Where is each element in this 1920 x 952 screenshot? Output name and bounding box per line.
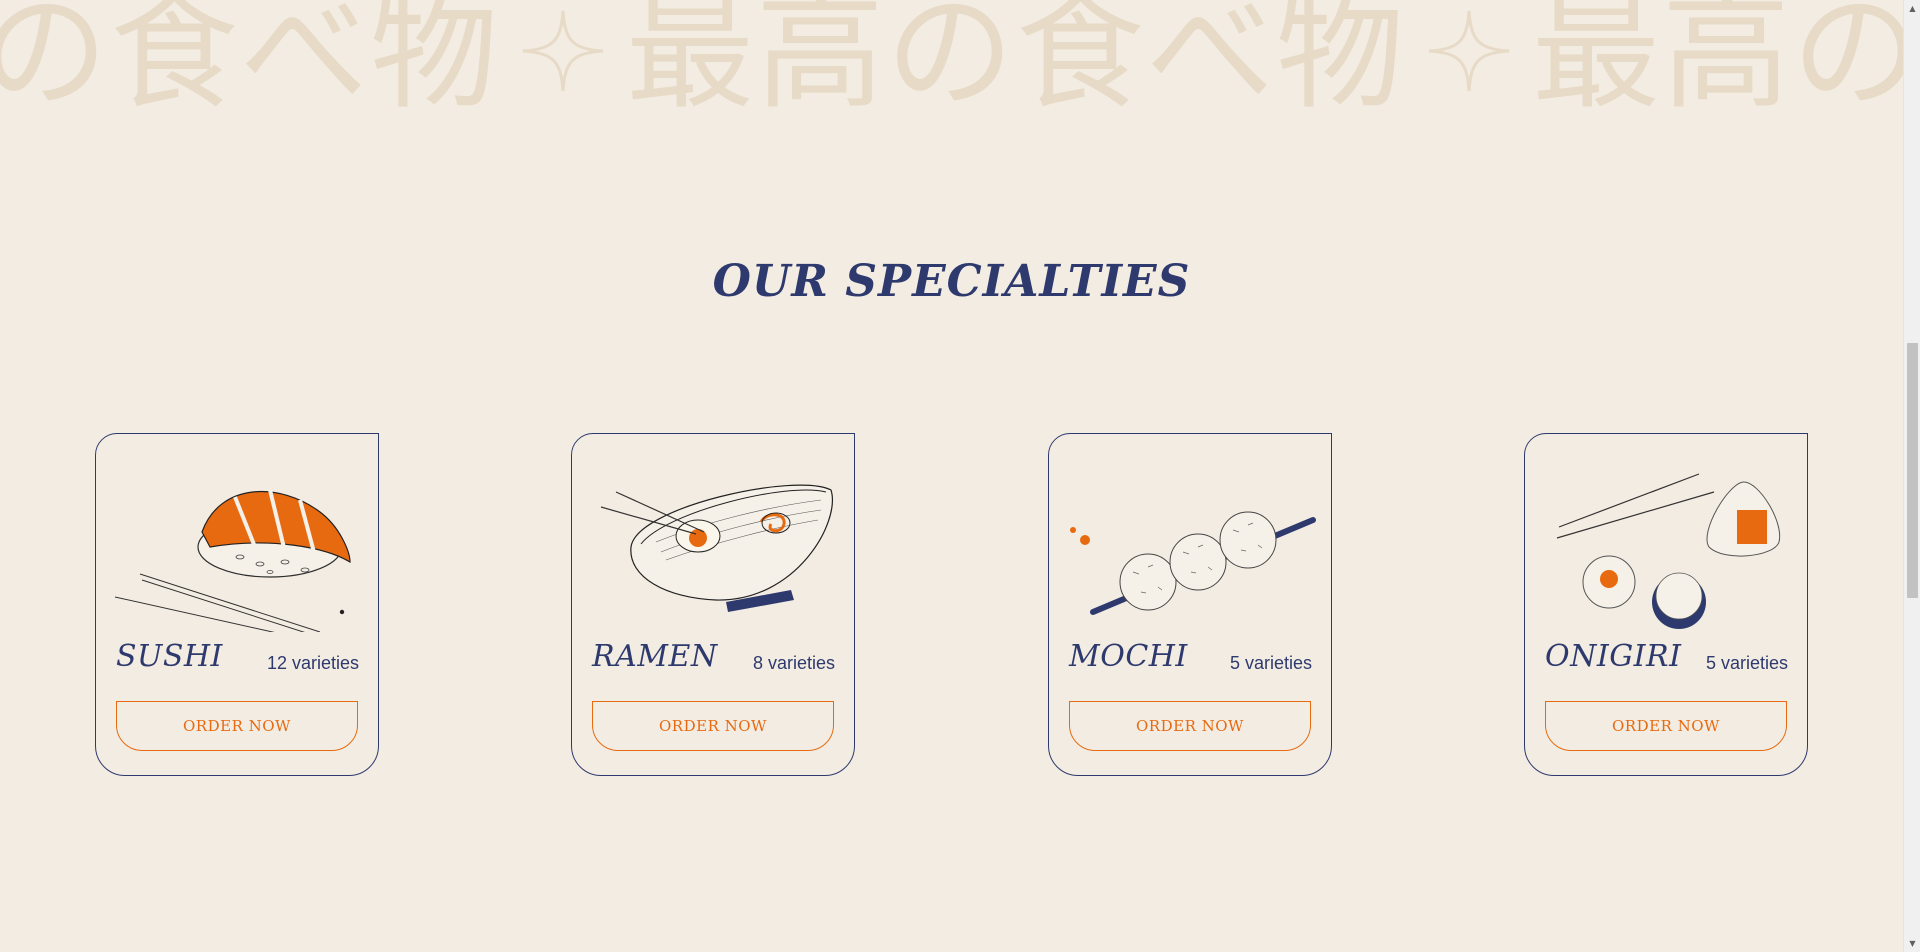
order-now-button[interactable]: ORDER NOW	[1545, 701, 1787, 751]
card-title: SUSHI	[116, 639, 223, 674]
sparkle-icon	[1424, 0, 1514, 125]
scroll-down-arrow-icon[interactable]: ▼	[1904, 935, 1920, 952]
order-now-button[interactable]: ORDER NOW	[1069, 701, 1311, 751]
card-title: ONIGIRI	[1545, 639, 1682, 674]
japanese-marquee: の食べ物 最高の食べ物 最高の食	[0, 0, 1903, 125]
card-varieties: 8 varieties	[752, 653, 835, 673]
sushi-illustration-icon	[110, 452, 366, 639]
marquee-text: 最高の食べ物	[626, 0, 1407, 125]
marquee-track: の食べ物 最高の食べ物 最高の食	[0, 0, 1903, 125]
section-title: OUR SPECIALTIES	[712, 256, 1191, 307]
marquee-text: 最高の食	[1532, 0, 1903, 125]
ramen-illustration-icon	[586, 452, 842, 632]
specialty-card-mochi: MOCHI 5 varieties ORDER NOW	[1048, 433, 1332, 776]
page-scrollbar[interactable]: ▲ ▼	[1903, 0, 1920, 952]
card-varieties: 12 varieties	[266, 653, 359, 673]
specialty-card-onigiri: ONIGIRI 5 varieties ORDER NOW	[1524, 433, 1808, 776]
onigiri-illustration-icon	[1539, 452, 1795, 632]
sparkle-icon	[518, 0, 608, 125]
specialty-card-ramen: RAMEN 8 varieties ORDER NOW	[571, 433, 855, 776]
scroll-up-arrow-icon[interactable]: ▲	[1904, 0, 1920, 17]
mochi-illustration-icon	[1063, 452, 1319, 632]
card-title: MOCHI	[1069, 639, 1188, 674]
marquee-text: の食べ物	[0, 0, 501, 125]
scrollbar-thumb[interactable]	[1907, 343, 1918, 598]
card-varieties: 5 varieties	[1229, 653, 1312, 673]
order-now-button[interactable]: ORDER NOW	[116, 701, 358, 751]
card-varieties: 5 varieties	[1705, 653, 1788, 673]
card-title: RAMEN	[592, 639, 718, 674]
order-now-button[interactable]: ORDER NOW	[592, 701, 834, 751]
specialty-card-sushi: SUSHI 12 varieties ORDER NOW	[95, 433, 379, 776]
